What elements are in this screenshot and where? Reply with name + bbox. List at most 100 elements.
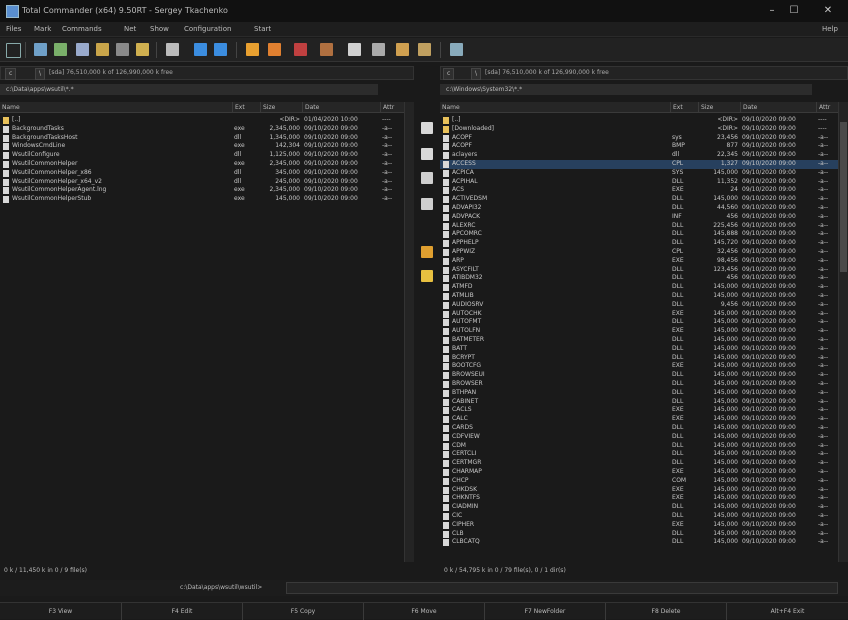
right-drive-selector[interactable]: c: [443, 68, 455, 80]
column-attr[interactable]: Attr: [816, 102, 838, 113]
ftp-disconnect-icon[interactable]: [214, 43, 227, 56]
table-row[interactable]: ASYCFILT DLL 123,456 09/10/2020 09:00 -a--: [440, 266, 838, 275]
table-row[interactable]: [..] <DIR> 09/10/2020 09:00 ----: [440, 116, 838, 125]
left-path[interactable]: c:\Data\apps\wsutil\*.*: [0, 84, 378, 95]
table-row[interactable]: CARDS DLL 145,000 09/10/2020 09:00 -a--: [440, 424, 838, 433]
menu-files[interactable]: Files: [6, 25, 21, 33]
multi-rename-icon[interactable]: [320, 43, 333, 56]
table-row[interactable]: ACOPF BMP 877 09/10/2020 09:00 -a--: [440, 142, 838, 151]
table-row[interactable]: ATMFD DLL 145,000 09/10/2020 09:00 -a--: [440, 283, 838, 292]
table-row[interactable]: ATIBDM32 DLL 456 09/10/2020 09:00 -a--: [440, 274, 838, 283]
table-row[interactable]: ACOPF sys 23,456 09/10/2020 09:00 -a--: [440, 134, 838, 143]
right-drive-root-button[interactable]: \: [471, 68, 482, 80]
table-row[interactable]: BROWSER DLL 145,000 09/10/2020 09:00 -a--: [440, 380, 838, 389]
maximize-icon[interactable]: ☐: [784, 4, 804, 18]
table-row[interactable]: ATMLIB DLL 145,000 09/10/2020 09:00 -a--: [440, 292, 838, 301]
delete-file-icon[interactable]: [421, 198, 433, 210]
table-row[interactable]: WsutilCommonHelperAgent.lng exe 2,345,000 0…: [0, 186, 404, 195]
notepad-icon[interactable]: [396, 43, 409, 56]
command-input[interactable]: [286, 582, 838, 594]
column-size[interactable]: Size: [698, 102, 740, 113]
table-row[interactable]: ADVAPI32 DLL 44,560 09/10/2020 09:00 -a--: [440, 204, 838, 213]
table-row[interactable]: CACLS EXE 145,000 09/10/2020 09:00 -a--: [440, 406, 838, 415]
copy-names-icon[interactable]: [418, 43, 431, 56]
table-row[interactable]: ADVPACK INF 456 09/10/2020 09:00 -a--: [440, 213, 838, 222]
menu-start[interactable]: Start: [254, 25, 271, 33]
move-file-icon[interactable]: [421, 148, 433, 160]
table-row[interactable]: WsutilCommonHelper_x86 dll 345,000 09/10/20…: [0, 169, 404, 178]
table-row[interactable]: CLBCATQ DLL 145,000 09/10/2020 09:00 -a--: [440, 538, 838, 547]
table-row[interactable]: BATT DLL 145,000 09/10/2020 09:00 -a--: [440, 345, 838, 354]
column-ext[interactable]: Ext: [670, 102, 698, 113]
column-date[interactable]: Date: [740, 102, 816, 113]
right-scrollbar[interactable]: [838, 102, 848, 562]
left-scrollbar[interactable]: [404, 102, 414, 562]
pack-icon[interactable]: [246, 43, 259, 56]
table-row[interactable]: aclayers dll 22,345 09/10/2020 09:00 -a--: [440, 151, 838, 160]
table-row[interactable]: CIC DLL 145,000 09/10/2020 09:00 -a--: [440, 512, 838, 521]
left-drive-root-button[interactable]: \: [35, 68, 46, 80]
menu-help[interactable]: Help: [822, 25, 838, 33]
table-row[interactable]: CDM DLL 145,000 09/10/2020 09:00 -a--: [440, 442, 838, 451]
full-view-icon[interactable]: [54, 43, 67, 56]
table-row[interactable]: [..] <DIR> 01/04/2020 10:00 ----: [0, 116, 404, 125]
table-row[interactable]: CLB DLL 145,000 09/10/2020 09:00 -a--: [440, 530, 838, 539]
close-icon[interactable]: ✕: [818, 4, 838, 18]
table-row[interactable]: CHKDSK EXE 145,000 09/10/2020 09:00 -a--: [440, 486, 838, 495]
table-row[interactable]: BackgroundTasksHost dll 1,345,000 09/10/202…: [0, 134, 404, 143]
select-icon[interactable]: [166, 43, 179, 56]
table-row[interactable]: BCRYPT DLL 145,000 09/10/2020 09:00 -a--: [440, 354, 838, 363]
menu-show[interactable]: Show: [150, 25, 169, 33]
table-row[interactable]: CIADMIN DLL 145,000 09/10/2020 09:00 -a--: [440, 503, 838, 512]
sync-dirs-icon[interactable]: [348, 43, 361, 56]
table-row[interactable]: CERTCLI DLL 145,000 09/10/2020 09:00 -a--: [440, 450, 838, 459]
ftp-connect-icon[interactable]: [194, 43, 207, 56]
pack-files-icon[interactable]: [421, 246, 433, 258]
table-row[interactable]: ACPICA SYS 145,000 09/10/2020 09:00 -a--: [440, 169, 838, 178]
table-row[interactable]: WsutilCommonHelperStub exe 145,000 09/10/20…: [0, 195, 404, 204]
table-row[interactable]: CERTMGR DLL 145,000 09/10/2020 09:00 -a--: [440, 459, 838, 468]
f5-copy-button[interactable]: F5 Copy: [242, 603, 363, 620]
table-row[interactable]: BROWSEUI DLL 145,000 09/10/2020 09:00 -a--: [440, 371, 838, 380]
table-row[interactable]: ARP EXE 98,456 09/10/2020 09:00 -a--: [440, 257, 838, 266]
refresh-icon[interactable]: [6, 43, 21, 58]
column-date[interactable]: Date: [302, 102, 380, 113]
menu-net[interactable]: Net: [124, 25, 136, 33]
left-drive-selector[interactable]: c: [5, 68, 17, 80]
table-row[interactable]: ACTIVEDSM DLL 145,000 09/10/2020 09:00 -a--: [440, 195, 838, 204]
menu-commands[interactable]: Commands: [62, 25, 102, 33]
invert-selection-icon[interactable]: [136, 43, 149, 56]
table-row[interactable]: BTHPAN DLL 145,000 09/10/2020 09:00 -a--: [440, 389, 838, 398]
f3-view-button[interactable]: F3 View: [0, 603, 121, 620]
table-row[interactable]: APPHELP DLL 145,720 09/10/2020 09:00 -a--: [440, 239, 838, 248]
column-attr[interactable]: Attr: [380, 102, 404, 113]
table-row[interactable]: CHCP COM 145,000 09/10/2020 09:00 -a--: [440, 477, 838, 486]
help-icon[interactable]: [450, 43, 463, 56]
f6-move-button[interactable]: F6 Move: [363, 603, 484, 620]
table-row[interactable]: WsutilCommonHelper exe 2,345,000 09/10/2020…: [0, 160, 404, 169]
column-ext[interactable]: Ext: [232, 102, 260, 113]
table-row[interactable]: CHKNTFS EXE 145,000 09/10/2020 09:00 -a--: [440, 494, 838, 503]
tree-view-icon[interactable]: [76, 43, 89, 56]
unpack-files-icon[interactable]: [421, 270, 433, 282]
search-icon[interactable]: [294, 43, 307, 56]
table-row[interactable]: AUTOCHK EXE 145,000 09/10/2020 09:00 -a--: [440, 310, 838, 319]
table-row[interactable]: [Downloaded] <DIR> 09/10/2020 09:00 ----: [440, 125, 838, 134]
copy-file-icon[interactable]: [421, 122, 433, 134]
table-row[interactable]: WsutilCommonHelper_x64_v2 dll 245,000 09/10…: [0, 178, 404, 187]
menu-configuration[interactable]: Configuration: [184, 25, 231, 33]
brief-view-icon[interactable]: [34, 43, 47, 56]
new-folder-icon[interactable]: [421, 172, 433, 184]
table-row[interactable]: WsutilConfigure dll 1,125,000 09/10/2020 09…: [0, 151, 404, 160]
table-row[interactable]: BackgroundTasks exe 2,345,000 09/10/2020 09…: [0, 125, 404, 134]
table-row[interactable]: CIPHER EXE 145,000 09/10/2020 09:00 -a--: [440, 521, 838, 530]
table-row[interactable]: APPWIZ CPL 32,456 09/10/2020 09:00 -a--: [440, 248, 838, 257]
f7-newfolder-button[interactable]: F7 NewFolder: [484, 603, 605, 620]
right-path[interactable]: c:\Windows\System32\*.*: [440, 84, 812, 95]
thumbnails-icon[interactable]: [96, 43, 109, 56]
table-row[interactable]: BATMETER DLL 145,000 09/10/2020 09:00 -a--: [440, 336, 838, 345]
column-size[interactable]: Size: [260, 102, 302, 113]
table-row[interactable]: ACS EXE 24 09/10/2020 09:00 -a--: [440, 186, 838, 195]
unpack-icon[interactable]: [268, 43, 281, 56]
table-row[interactable]: AUTOFMT DLL 145,000 09/10/2020 09:00 -a--: [440, 318, 838, 327]
